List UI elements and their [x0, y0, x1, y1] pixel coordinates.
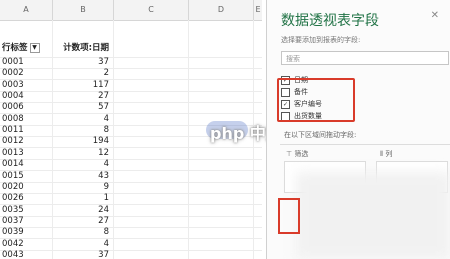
selection-highlight-lower	[278, 198, 300, 234]
table-row: 0042 4	[0, 239, 262, 251]
count-cell[interactable]: 37	[54, 57, 113, 68]
count-cell[interactable]: 37	[54, 250, 113, 259]
row-label-cell[interactable]: 0015	[0, 171, 53, 182]
table-row: 0002 2	[0, 68, 262, 81]
table-row: 0037 27	[0, 216, 262, 228]
blurred-region	[296, 172, 450, 259]
table-row: 0014 4	[0, 159, 262, 172]
filter-label-text: 筛选	[294, 150, 309, 158]
row-label-cell[interactable]: 0026	[0, 193, 53, 204]
count-cell[interactable]: 4	[54, 159, 113, 170]
table-row: 0026 1	[0, 193, 262, 206]
count-cell[interactable]: 8	[54, 125, 113, 136]
columns-area-label: ⦀ 列	[380, 149, 392, 159]
table-row: 0004 27	[0, 91, 262, 104]
table-row: 0043 37	[0, 250, 262, 259]
pane-subtitle: 选择要添加到报表的字段:	[281, 36, 361, 44]
count-cell[interactable]: 57	[54, 102, 113, 113]
pane-title: 数据透视表字段	[281, 13, 379, 29]
row-labels-header[interactable]: 行标签 ▼	[0, 40, 53, 57]
count-cell[interactable]: 12	[54, 148, 113, 159]
table-row: 0006 57	[0, 102, 262, 115]
column-header-c[interactable]: C	[114, 0, 189, 20]
table-row: 0001 37	[0, 57, 262, 69]
row-label-cell[interactable]: 0014	[0, 159, 53, 170]
row-label-cell[interactable]: 0001	[0, 57, 53, 68]
count-cell[interactable]: 8	[54, 227, 113, 238]
column-header-bar: A B C D E	[0, 0, 262, 21]
table-row: 0013 12	[0, 148, 262, 160]
close-icon[interactable]: ✕	[431, 10, 439, 21]
row-label-cell[interactable]: 0003	[0, 80, 53, 91]
column-header-a[interactable]: A	[0, 0, 53, 20]
row-label-cell[interactable]: 0020	[0, 182, 53, 193]
count-cell[interactable]: 2	[54, 68, 113, 79]
row-label-cell[interactable]: 0002	[0, 68, 53, 79]
count-cell[interactable]: 9	[54, 182, 113, 193]
table-row: 0003 117	[0, 80, 262, 92]
count-cell[interactable]: 27	[54, 91, 113, 102]
row-label-cell[interactable]: 0039	[0, 227, 53, 238]
row-labels-text: 行标签	[2, 43, 28, 53]
table-row: 0035 24	[0, 205, 262, 217]
column-header-e[interactable]: E	[254, 0, 262, 20]
filter-dropdown-icon[interactable]: ▼	[29, 42, 40, 53]
count-cell[interactable]: 4	[54, 114, 113, 125]
row-label-cell[interactable]: 0006	[0, 102, 53, 113]
count-cell[interactable]: 24	[54, 205, 113, 216]
count-date-header[interactable]: 计数项:日期	[54, 40, 113, 57]
table-row: 0039 8	[0, 227, 262, 240]
row-label-cell[interactable]: 0042	[0, 239, 53, 250]
count-cell[interactable]: 27	[54, 216, 113, 227]
count-cell[interactable]: 117	[54, 80, 113, 91]
row-label-cell[interactable]: 0011	[0, 125, 53, 136]
count-cell[interactable]: 194	[54, 136, 113, 147]
drag-hint: 在以下区域间拖动字段:	[284, 131, 357, 139]
row-label-cell[interactable]: 0008	[0, 114, 53, 125]
row-label-cell[interactable]: 0012	[0, 136, 53, 147]
row-label-cell[interactable]: 0035	[0, 205, 53, 216]
row-label-cell[interactable]: 0043	[0, 250, 53, 259]
table-row: 0015 43	[0, 171, 262, 183]
column-header-d[interactable]: D	[189, 0, 254, 20]
pivot-header-row: 行标签 ▼ 计数项:日期	[0, 40, 262, 58]
selection-highlight	[277, 78, 355, 122]
column-header-b[interactable]: B	[53, 0, 114, 20]
filter-area-label: ⊤ 筛选	[286, 149, 308, 159]
row-label-cell[interactable]: 0004	[0, 91, 53, 102]
columns-label-text: 列	[385, 150, 393, 158]
table-row: 0020 9	[0, 182, 262, 194]
count-cell[interactable]: 1	[54, 193, 113, 204]
count-cell[interactable]: 43	[54, 171, 113, 182]
row-label-cell[interactable]: 0013	[0, 148, 53, 159]
count-cell[interactable]: 4	[54, 239, 113, 250]
row-label-cell[interactable]: 0037	[0, 216, 53, 227]
field-search-input[interactable]: 搜索	[281, 51, 449, 65]
